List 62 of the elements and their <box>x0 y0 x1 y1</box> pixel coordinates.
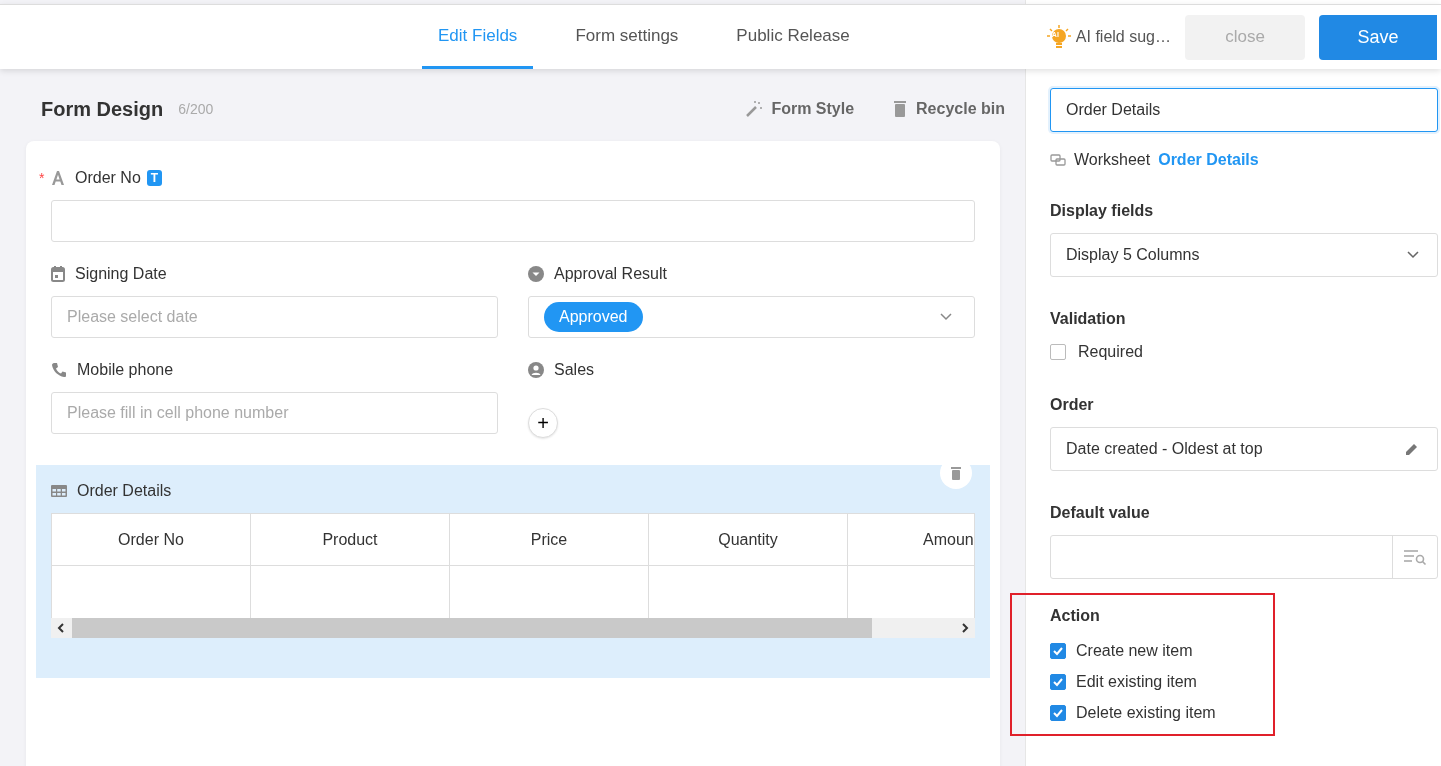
checkbox[interactable] <box>1050 642 1066 659</box>
type-badge: T <box>146 170 163 186</box>
user-icon <box>528 362 544 378</box>
trash-icon <box>951 466 961 480</box>
recycle-bin-button[interactable]: Recycle bin <box>892 100 1005 118</box>
input-field[interactable]: Order Details <box>1050 88 1438 132</box>
lightbulb-icon <box>1045 24 1072 50</box>
trash-icon <box>892 100 909 118</box>
calendar-icon <box>51 266 65 282</box>
checkbox-label: Required <box>1078 343 1143 361</box>
order-field[interactable]: Date created - Oldest at top <box>1050 427 1438 471</box>
field-label: Approval Result <box>554 265 667 283</box>
horizontal-scrollbar[interactable] <box>51 618 975 638</box>
magic-wand-icon <box>745 100 764 118</box>
phone-icon <box>51 362 67 378</box>
worksheet-label: Worksheet <box>1074 151 1151 169</box>
required-mark: * <box>39 170 45 186</box>
checkbox[interactable] <box>1050 673 1066 690</box>
field-label: Order Details <box>77 482 172 500</box>
checkbox-label: Delete existing item <box>1076 703 1216 722</box>
save-button[interactable]: Save <box>1319 14 1437 60</box>
field-count: 6/200 <box>178 101 214 117</box>
checkbox[interactable] <box>1050 704 1066 721</box>
field-label: Order No <box>75 169 141 187</box>
worksheet-link[interactable]: Order Details <box>1158 151 1259 169</box>
section-label: Action <box>1050 607 1101 625</box>
dropdown-field[interactable]: Display 5 Columns <box>1050 233 1438 277</box>
add-button[interactable]: + <box>528 408 558 438</box>
option-tag: Approved <box>544 302 643 332</box>
chevron-left-icon[interactable] <box>56 623 66 633</box>
form-style-button[interactable]: Form Style <box>745 100 855 118</box>
chevron-down-icon <box>940 313 952 321</box>
tab[interactable]: Form settings <box>559 5 695 69</box>
checkbox-label: Edit existing item <box>1076 672 1197 691</box>
column-header: Amoun <box>848 514 974 566</box>
checkbox[interactable] <box>1050 344 1066 360</box>
chevron-right-icon[interactable] <box>960 623 970 633</box>
section-label: Display fields <box>1050 202 1155 220</box>
dropdown-icon <box>528 266 544 282</box>
section-label: Validation <box>1050 310 1127 328</box>
field-label: Mobile phone <box>77 361 174 379</box>
chevron-down-icon <box>1407 251 1419 259</box>
section-label: Order <box>1050 396 1095 414</box>
tab[interactable]: Public Release <box>720 5 866 69</box>
worksheet-icon <box>1050 154 1066 166</box>
field-label: Signing Date <box>75 265 167 283</box>
column-header: Price <box>450 514 649 566</box>
select-field[interactable]: Approved <box>528 296 975 338</box>
form-title: Form Design <box>41 97 164 121</box>
tab[interactable]: Edit Fields <box>422 5 534 69</box>
column-header: Product <box>251 514 450 566</box>
column-header: Quantity <box>649 514 848 566</box>
section-label: Default value <box>1050 504 1151 522</box>
field-picker-icon[interactable] <box>1403 549 1427 565</box>
input-field[interactable] <box>51 200 975 242</box>
input-field[interactable] <box>1050 535 1438 579</box>
table-icon <box>51 485 67 497</box>
field-label: Sales <box>554 361 595 379</box>
text-type-icon <box>51 171 65 185</box>
checkbox-label: Create new item <box>1076 641 1193 660</box>
column-header: Order No <box>52 514 251 566</box>
pencil-icon[interactable] <box>1405 442 1419 456</box>
